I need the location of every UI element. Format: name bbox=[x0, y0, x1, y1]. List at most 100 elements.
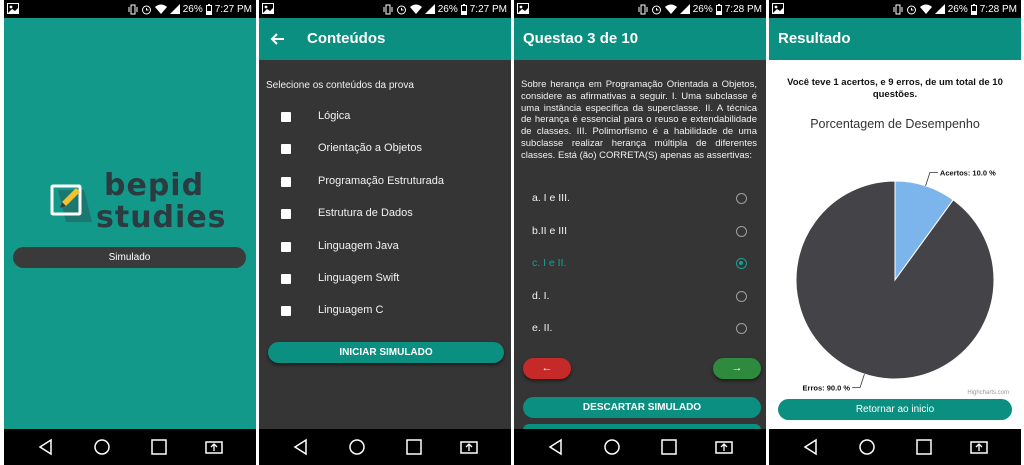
battery-icon bbox=[460, 3, 467, 15]
battery-percent: 26% bbox=[692, 3, 713, 15]
checkbox[interactable] bbox=[281, 209, 291, 220]
back-icon[interactable] bbox=[801, 437, 821, 457]
checkbox[interactable] bbox=[281, 144, 291, 155]
checkbox-row[interactable]: Lógica bbox=[281, 108, 491, 126]
recents-icon[interactable] bbox=[914, 437, 934, 457]
radio-button[interactable] bbox=[736, 258, 747, 269]
page-title: Resultado bbox=[778, 30, 851, 47]
checkbox-row[interactable]: Estrutura de Dados bbox=[281, 205, 491, 223]
chart-title: Porcentagem de Desempenho bbox=[810, 117, 980, 131]
checkbox-row[interactable]: Linguagem Swift bbox=[281, 270, 491, 288]
back-icon[interactable] bbox=[546, 437, 566, 457]
rotate-icon[interactable] bbox=[969, 437, 989, 457]
checkbox-label: Linguagem Swift bbox=[318, 272, 400, 284]
vibrate-icon bbox=[383, 4, 393, 14]
checkbox-row[interactable]: Programação Estruturada bbox=[281, 173, 491, 191]
pie-label-connector bbox=[925, 172, 938, 186]
back-arrow-icon[interactable] bbox=[270, 31, 286, 47]
alarm-icon bbox=[906, 5, 916, 14]
checkbox[interactable] bbox=[281, 241, 291, 252]
gallery-icon bbox=[517, 3, 529, 14]
checkbox-row[interactable]: Linguagem Java bbox=[281, 238, 491, 256]
start-simulado-button[interactable]: INICIAR SIMULADO bbox=[268, 342, 504, 363]
screen-resultado: 26% 7:28 PM Resultado Você teve 1 acerto… bbox=[769, 0, 1021, 465]
navigation-bar bbox=[514, 429, 766, 465]
recents-icon[interactable] bbox=[659, 437, 679, 457]
signal-icon bbox=[679, 4, 690, 14]
checkbox[interactable] bbox=[281, 306, 291, 317]
checkbox-row[interactable]: Orientação a Objetos bbox=[281, 140, 491, 158]
chart-credits[interactable]: Highcharts.com bbox=[967, 390, 1009, 396]
answer-option[interactable]: b.II e III bbox=[514, 221, 766, 241]
rotate-icon[interactable] bbox=[714, 437, 734, 457]
pie-data-label: Erros: 90.0 % bbox=[803, 383, 851, 392]
answer-option-label: a. I e III. bbox=[532, 192, 570, 204]
previous-question-button[interactable]: ← bbox=[523, 358, 571, 379]
radio-button[interactable] bbox=[736, 193, 747, 204]
alarm-icon bbox=[396, 5, 406, 14]
radio-button[interactable] bbox=[736, 225, 747, 237]
home-icon[interactable] bbox=[347, 437, 367, 457]
answer-option[interactable]: d. I. bbox=[514, 286, 766, 306]
result-panel: Você teve 1 acertos, e 9 erros, de um to… bbox=[769, 60, 1021, 429]
wifi-icon bbox=[409, 4, 422, 14]
checkbox[interactable] bbox=[281, 274, 291, 284]
page-title: Conteúdos bbox=[307, 30, 386, 47]
rotate-icon[interactable] bbox=[204, 437, 224, 457]
screen-questao: 26% 7:28 PM Questao 3 de 10 Sobre heranç… bbox=[514, 0, 766, 465]
answer-option-label: d. I. bbox=[532, 289, 550, 302]
answer-option-label: c. I e II. bbox=[532, 257, 567, 269]
question-text: Sobre herança em Programação Orientada a… bbox=[521, 79, 757, 161]
vibrate-icon bbox=[893, 4, 903, 14]
rotate-icon[interactable] bbox=[459, 437, 479, 457]
pie-label-connector bbox=[852, 374, 865, 388]
navigation-bar bbox=[4, 429, 256, 465]
clock: 7:27 PM bbox=[469, 3, 507, 15]
recents-icon[interactable] bbox=[404, 437, 424, 457]
back-icon[interactable] bbox=[36, 437, 56, 457]
gallery-icon bbox=[772, 3, 784, 14]
signal-icon bbox=[169, 4, 180, 14]
app-bar: Conteúdos bbox=[259, 18, 511, 60]
question-panel: Sobre herança em Programação Orientada a… bbox=[514, 60, 766, 432]
pie-data-label: Acertos: 10.0 % bbox=[940, 169, 996, 178]
checkbox-label: Programação Estruturada bbox=[318, 174, 444, 187]
logo-text-line1: bepid bbox=[104, 168, 205, 203]
wifi-icon bbox=[154, 4, 167, 14]
checkbox[interactable] bbox=[281, 112, 291, 122]
status-bar: 26% 7:28 PM bbox=[769, 0, 1021, 18]
simulado-button[interactable]: Simulado bbox=[13, 247, 246, 268]
home-icon[interactable] bbox=[92, 437, 112, 457]
answer-option[interactable]: a. I e III. bbox=[514, 188, 766, 208]
navigation-bar bbox=[769, 429, 1021, 465]
result-summary: Você teve 1 acertos, e 9 erros, de um to… bbox=[787, 77, 1003, 100]
page-title: Questao 3 de 10 bbox=[523, 30, 639, 47]
logo-text-line2: studies bbox=[96, 200, 227, 235]
checkbox-label: Estrutura de Dados bbox=[318, 207, 413, 220]
battery-icon bbox=[970, 3, 977, 15]
answer-option-label: b.II e III bbox=[532, 224, 568, 237]
pie-slice[interactable] bbox=[795, 180, 995, 380]
return-home-button[interactable]: Retornar ao inicio bbox=[778, 399, 1012, 420]
alarm-icon bbox=[651, 5, 661, 14]
app-logo: bepid studies bbox=[46, 168, 226, 238]
next-question-button[interactable]: → bbox=[713, 358, 761, 379]
answer-option[interactable]: c. I e II. bbox=[514, 253, 766, 273]
checkbox-row[interactable]: Linguagem C bbox=[281, 302, 491, 320]
radio-button[interactable] bbox=[736, 290, 747, 302]
content-list: Selecione os conteúdos da prova Lógica Or… bbox=[259, 60, 511, 429]
recents-icon[interactable] bbox=[149, 437, 169, 457]
checkbox[interactable] bbox=[281, 176, 291, 187]
home-icon[interactable] bbox=[602, 437, 622, 457]
signal-icon bbox=[934, 4, 945, 14]
back-icon[interactable] bbox=[291, 437, 311, 457]
home-background: bepid studies Simulado bbox=[4, 18, 256, 429]
home-icon[interactable] bbox=[857, 437, 877, 457]
radio-button[interactable] bbox=[736, 323, 747, 334]
signal-icon bbox=[424, 4, 435, 14]
battery-percent: 26% bbox=[947, 3, 968, 15]
discard-simulado-button[interactable]: DESCARTAR SIMULADO bbox=[523, 397, 761, 418]
answer-option[interactable]: e. II. bbox=[514, 318, 766, 338]
alarm-icon bbox=[141, 5, 151, 14]
checkbox-label: Lógica bbox=[318, 110, 351, 122]
